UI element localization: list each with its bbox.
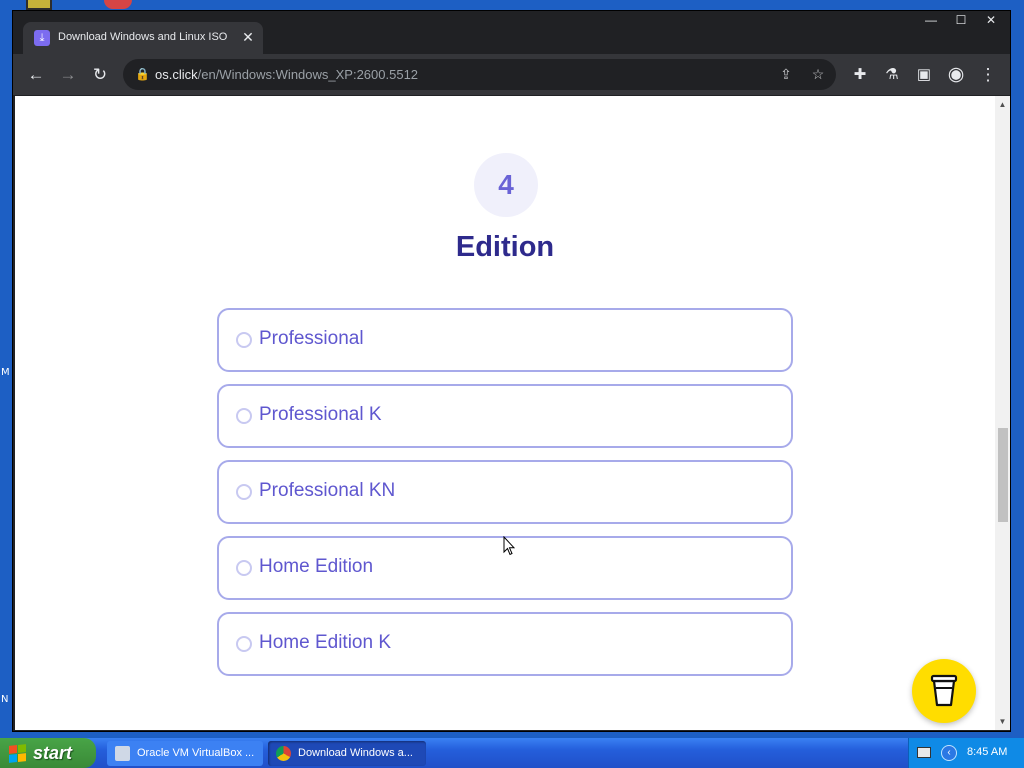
taskbar-item-virtualbox[interactable]: Oracle VM VirtualBox ... <box>107 741 263 766</box>
side-panel-icon[interactable]: ▣ <box>912 63 936 87</box>
back-icon[interactable]: ← <box>24 63 48 87</box>
edition-label: Home Edition K <box>259 632 392 653</box>
start-label: start <box>33 743 73 763</box>
edition-label: Home Edition <box>259 556 374 577</box>
share-icon[interactable]: ⇪ <box>775 63 797 85</box>
extensions-icon[interactable]: ✚ <box>848 63 872 87</box>
browser-toolbar: ← → ↻ 🔒 os.click/en/Windows:Windows_XP:2… <box>13 54 1010 95</box>
edition-label: Professional KN <box>259 480 396 501</box>
tab-title: Download Windows and Linux ISO f <box>58 31 228 43</box>
edition-option[interactable]: Professional K <box>217 384 793 448</box>
taskbar: start Oracle VM VirtualBox ... Download … <box>0 738 1024 768</box>
radio-button[interactable] <box>236 560 252 576</box>
bookmark-star-icon[interactable]: ☆ <box>807 63 829 85</box>
radio-button[interactable] <box>236 408 252 424</box>
reload-icon[interactable]: ↻ <box>88 63 112 87</box>
vertical-scrollbar[interactable]: ▲ ▼ <box>995 96 1010 730</box>
start-button[interactable]: start <box>0 738 96 768</box>
page-content: 4 Edition Professional Professional K Pr… <box>15 96 1010 730</box>
desktop-edge-text: M <box>1 367 10 378</box>
chrome-icon <box>276 746 291 761</box>
menu-kebab-icon[interactable]: ⋮ <box>976 63 1000 87</box>
desktop-edge-text: N <box>1 694 9 705</box>
taskbar-item-browser[interactable]: Download Windows a... <box>268 741 426 766</box>
lock-icon[interactable]: 🔒 <box>135 66 150 82</box>
taskbar-item-label: Oracle VM VirtualBox ... <box>137 747 255 759</box>
edition-option[interactable]: Professional KN <box>217 460 793 524</box>
edition-label: Professional <box>259 328 364 349</box>
coffee-cup-icon <box>930 674 958 707</box>
forward-icon[interactable]: → <box>56 63 80 87</box>
network-icon[interactable]: ‹ <box>941 745 957 761</box>
section-heading: Edition <box>455 231 555 263</box>
keyboard-icon[interactable] <box>917 747 931 758</box>
close-window-button[interactable]: ✕ <box>976 11 1006 29</box>
scroll-down-arrow-icon[interactable]: ▼ <box>998 717 1007 726</box>
browser-window: ⤓ Download Windows and Linux ISO f ✕ — ☐… <box>12 10 1011 732</box>
buy-me-a-coffee-button[interactable] <box>912 659 976 723</box>
tab-strip: ⤓ Download Windows and Linux ISO f ✕ — ☐… <box>13 11 1010 54</box>
radio-button[interactable] <box>236 636 252 652</box>
maximize-button[interactable]: ☐ <box>946 11 976 29</box>
labs-flask-icon[interactable]: ⚗ <box>880 63 904 87</box>
virtualbox-icon <box>115 746 130 761</box>
scrollbar-thumb[interactable] <box>998 428 1008 522</box>
edition-option[interactable]: Professional <box>217 308 793 372</box>
edition-label: Professional K <box>259 404 382 425</box>
download-icon: ⤓ <box>34 30 50 46</box>
profile-avatar-icon[interactable]: ◉ <box>944 63 968 87</box>
system-tray: ‹ 8:45 AM <box>908 738 1024 768</box>
edition-option[interactable]: Home Edition K <box>217 612 793 676</box>
taskbar-item-label: Download Windows a... <box>298 747 413 759</box>
radio-button[interactable] <box>236 484 252 500</box>
scroll-up-arrow-icon[interactable]: ▲ <box>998 100 1007 109</box>
address-bar[interactable]: 🔒 os.click/en/Windows:Windows_XP:2600.55… <box>123 59 836 90</box>
close-tab-icon[interactable]: ✕ <box>239 28 257 46</box>
edition-option[interactable]: Home Edition <box>217 536 793 600</box>
window-controls: — ☐ ✕ <box>916 11 1006 31</box>
url-text[interactable]: os.click/en/Windows:Windows_XP:2600.5512 <box>155 67 418 82</box>
radio-button[interactable] <box>236 332 252 348</box>
clock[interactable]: 8:45 AM <box>967 746 1007 758</box>
minimize-button[interactable]: — <box>916 11 946 29</box>
browser-tab[interactable]: ⤓ Download Windows and Linux ISO f ✕ <box>23 22 263 54</box>
windows-logo-icon <box>9 744 26 763</box>
step-number-badge: 4 <box>474 153 538 217</box>
desktop-shortcut-icon[interactable] <box>26 0 52 10</box>
